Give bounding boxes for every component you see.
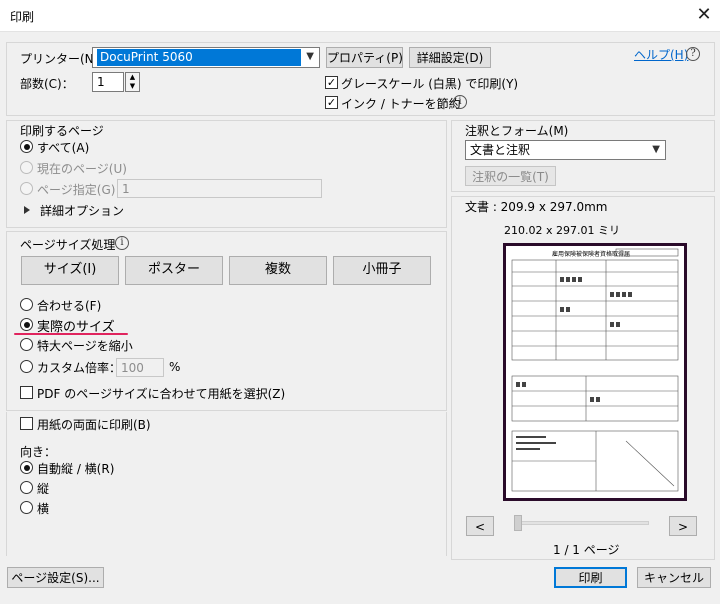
comments-heading: 注釈とフォーム(M) (465, 124, 569, 138)
summarize-comments-button[interactable]: 注釈の一覧(T) (465, 166, 556, 186)
page-sizing-info-icon[interactable]: i (115, 236, 129, 250)
properties-button[interactable]: プロパティ(P) (326, 47, 403, 68)
duplex-label: 用紙の両面に印刷(B) (37, 418, 151, 432)
page-setup-button[interactable]: ページ設定(S)... (7, 567, 104, 588)
orientation-panel (6, 412, 447, 556)
preview-doc-title: 雇用保険被保険者資格取得届 (552, 251, 631, 258)
shrink-radio[interactable] (20, 338, 33, 351)
cancel-button[interactable]: キャンセル (637, 567, 711, 588)
pages-all-radio[interactable] (20, 140, 33, 153)
comments-select-value: 文書と注釈 (470, 143, 531, 157)
pages-range-radio[interactable] (20, 182, 33, 195)
help-link[interactable]: ヘルプ(H) (634, 46, 688, 63)
copies-label: 部数(C)： (20, 77, 74, 91)
orientation-auto-label: 自動縦 / 横(R) (37, 462, 115, 476)
choose-paper-checkbox[interactable] (20, 386, 33, 399)
expand-triangle-icon[interactable] (24, 206, 30, 214)
actual-size-radio[interactable] (20, 318, 33, 331)
copies-stepper[interactable]: ▲ ▼ (125, 72, 140, 92)
custom-scale-input[interactable]: 100 (116, 358, 164, 377)
preview-form-graphic (511, 248, 679, 492)
page-sizing-heading: ページサイズ処理 (20, 238, 116, 252)
custom-scale-radio[interactable] (20, 360, 33, 373)
pages-range-input[interactable]: 1 (117, 179, 322, 198)
shrink-label: 特大ページを縮小 (37, 339, 133, 353)
advanced-button[interactable]: 詳細設定(D) (409, 47, 491, 68)
choose-paper-label: PDF のページサイズに合わせて用紙を選択(Z) (37, 387, 286, 401)
print-button[interactable]: 印刷 (554, 567, 627, 588)
save-ink-label: インク / トナーを節約 (341, 97, 461, 111)
annotation-underline (14, 333, 128, 335)
orientation-portrait-radio[interactable] (20, 481, 33, 494)
page-preview: 雇用保険被保険者資格取得届 (503, 243, 687, 501)
chevron-down-icon: ▼ (652, 144, 660, 155)
more-options-toggle[interactable]: 詳細オプション (40, 202, 124, 219)
pages-heading: 印刷するページ (20, 124, 104, 138)
page-indicator: 1 / 1 ページ (553, 543, 620, 557)
chevron-down-icon: ▼ (306, 51, 314, 62)
window-title: 印刷 (10, 10, 35, 24)
save-ink-info-icon[interactable]: i (453, 95, 467, 109)
percent-label: % (169, 360, 181, 374)
pages-all-label: すべて(A) (37, 141, 90, 155)
grayscale-checkbox[interactable]: ✓ (325, 76, 338, 89)
paper-size: 210.02 x 297.01 ミリ (504, 224, 620, 237)
orientation-auto-radio[interactable] (20, 461, 33, 474)
fit-radio[interactable] (20, 298, 33, 311)
printer-select[interactable]: DocuPrint 5060 ▼ (92, 47, 320, 68)
copies-input[interactable]: 1 (92, 72, 124, 92)
tab-booklet[interactable]: 小冊子 (333, 256, 431, 285)
page-slider-track[interactable] (515, 521, 649, 525)
save-ink-checkbox[interactable]: ✓ (325, 96, 338, 109)
orientation-heading: 向き： (20, 445, 57, 459)
tab-poster[interactable]: ポスター (125, 256, 223, 285)
page-slider-thumb[interactable] (514, 515, 522, 531)
pages-range-label: ページ指定(G) (37, 183, 116, 197)
close-icon[interactable]: ✕ (693, 4, 715, 26)
grayscale-label: グレースケール (白黒) で印刷(Y) (341, 77, 519, 91)
pages-current-radio[interactable] (20, 161, 33, 174)
comments-select[interactable]: 文書と注釈 ▼ (465, 140, 666, 160)
document-size: 文書 : 209.9 x 297.0mm (465, 200, 608, 214)
custom-scale-label: カスタム倍率： (37, 361, 122, 375)
fit-label: 合わせる(F) (37, 299, 102, 313)
tab-multiple[interactable]: 複数 (229, 256, 327, 285)
duplex-checkbox[interactable] (20, 417, 33, 430)
stepper-up-icon[interactable]: ▲ (126, 73, 139, 82)
next-page-button[interactable]: > (669, 516, 697, 536)
orientation-landscape-radio[interactable] (20, 501, 33, 514)
title-bar (0, 0, 720, 32)
tab-size[interactable]: サイズ(I) (21, 256, 119, 285)
stepper-down-icon[interactable]: ▼ (126, 82, 139, 91)
pages-current-label: 現在のページ(U) (37, 162, 127, 176)
printer-select-value: DocuPrint 5060 (97, 49, 301, 66)
orientation-landscape-label: 横 (37, 502, 50, 516)
orientation-portrait-label: 縦 (37, 482, 50, 496)
prev-page-button[interactable]: < (466, 516, 494, 536)
help-info-icon[interactable]: ? (686, 47, 700, 61)
